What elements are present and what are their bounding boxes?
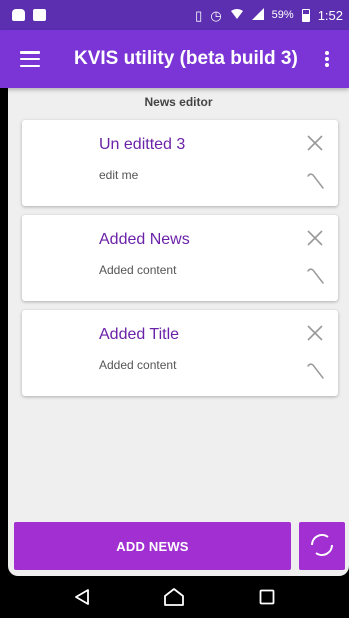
- news-card[interactable]: Un editted 3 edit me: [22, 120, 338, 206]
- news-card-content: edit me: [99, 168, 139, 182]
- recents-icon[interactable]: [254, 584, 280, 610]
- refresh-icon: [307, 530, 337, 563]
- app-screen: ▯ ◷ 59% 1:52 KVIS utility (beta build 3): [0, 0, 349, 618]
- delete-news-icon[interactable]: [306, 324, 324, 342]
- battery-icon: [301, 8, 310, 22]
- vibrate-icon: ▯: [195, 7, 203, 23]
- signal-icon: [251, 7, 264, 23]
- news-card-content: Added content: [99, 358, 177, 372]
- alarm-icon: ◷: [210, 7, 222, 23]
- more-vert-icon[interactable]: [317, 47, 337, 71]
- hamburger-menu-icon[interactable]: [20, 51, 40, 67]
- image-notification-icon: [33, 9, 46, 21]
- status-bar-notifications: [12, 9, 46, 21]
- app-notification-icon: [12, 9, 25, 21]
- news-card-content: Added content: [99, 263, 177, 277]
- edit-news-wrench-icon[interactable]: [306, 361, 326, 381]
- app-bar: KVIS utility (beta build 3): [0, 30, 349, 88]
- news-editor-panel: News editor Un editted 3 edit me Added N…: [8, 88, 349, 576]
- system-nav-bar: [0, 576, 349, 618]
- wifi-icon: [230, 8, 244, 23]
- add-news-button[interactable]: ADD NEWS: [14, 522, 291, 570]
- app-title: KVIS utility (beta build 3): [74, 48, 298, 69]
- delete-news-icon[interactable]: [306, 134, 324, 152]
- news-card[interactable]: Added Title Added content: [22, 310, 338, 396]
- edit-news-wrench-icon[interactable]: [306, 266, 326, 286]
- status-time: 1:52: [317, 7, 343, 23]
- delete-news-icon[interactable]: [306, 229, 324, 247]
- edit-news-wrench-icon[interactable]: [306, 171, 326, 191]
- news-card[interactable]: Added News Added content: [22, 215, 338, 301]
- back-icon[interactable]: [69, 584, 95, 610]
- refresh-button[interactable]: [299, 522, 345, 570]
- status-bar: ▯ ◷ 59% 1:52: [0, 0, 349, 30]
- home-icon[interactable]: [161, 584, 187, 610]
- news-card-title: Added News: [99, 231, 190, 248]
- status-bar-system: ▯ ◷ 59% 1:52: [195, 7, 343, 23]
- battery-percent: 59%: [271, 9, 294, 21]
- news-card-title: Un editted 3: [99, 136, 186, 153]
- section-title: News editor: [144, 95, 213, 109]
- news-card-title: Added Title: [99, 326, 180, 343]
